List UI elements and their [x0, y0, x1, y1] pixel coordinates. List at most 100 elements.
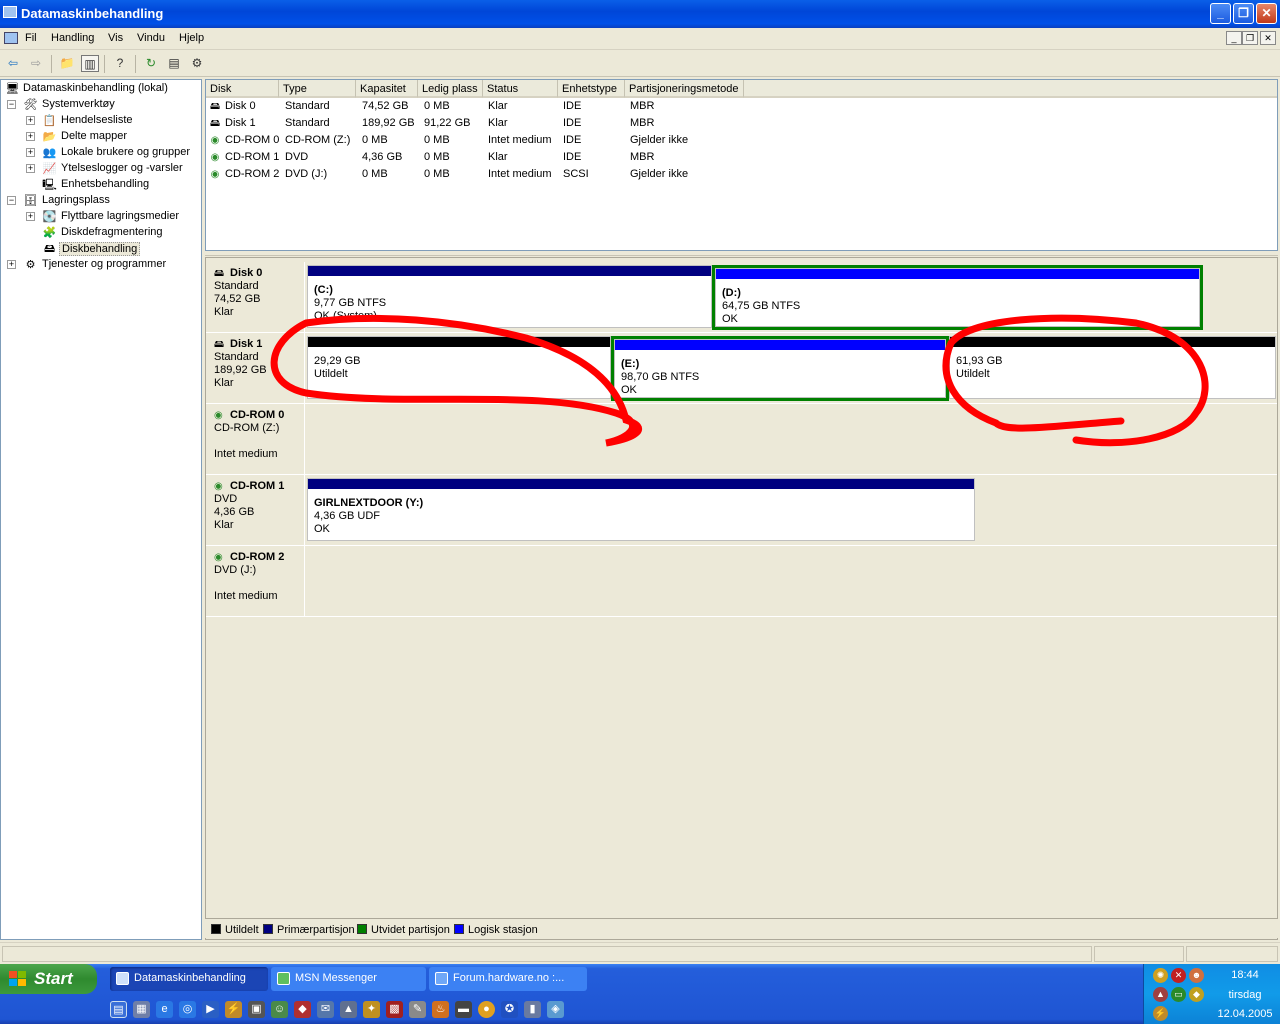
column-header-ledig-plass[interactable]: Ledig plass: [418, 80, 483, 98]
menu-hjelp[interactable]: Hjelp: [179, 32, 204, 44]
tray-icon[interactable]: ✺: [1153, 968, 1168, 983]
tray-icon[interactable]: ◆: [1189, 987, 1204, 1002]
app-icon[interactable]: ✪: [501, 1001, 518, 1018]
table-row[interactable]: ◉ CD-ROM 0 CD-ROM (Z:) 0 MB 0 MB Intet me…: [206, 133, 1277, 150]
show-hide-tree-icon[interactable]: ▥: [81, 55, 99, 72]
help-icon[interactable]: ?: [111, 55, 129, 72]
app-icon[interactable]: ▲: [340, 1001, 357, 1018]
table-row[interactable]: ◉ CD-ROM 1 DVD 4,36 GB 0 MB Klar IDE MBR: [206, 150, 1277, 167]
app-icon[interactable]: ◈: [547, 1001, 564, 1018]
legend-item-logical: Logisk stasjon: [454, 924, 538, 936]
tree-item-lokale-brukere[interactable]: + 👥 Lokale brukere og grupper: [26, 145, 201, 161]
status-bar: [0, 942, 1280, 964]
browser-icon[interactable]: ◎: [179, 1001, 196, 1018]
menu-vis[interactable]: Vis: [108, 32, 123, 44]
tree-item-hendelsesliste[interactable]: + 📋 Hendelsesliste: [26, 113, 201, 129]
refresh-icon[interactable]: ↻: [142, 55, 160, 72]
tray-icon[interactable]: ✕: [1171, 968, 1186, 983]
app-icon[interactable]: ▣: [248, 1001, 265, 1018]
back-arrow-icon[interactable]: ⇦: [4, 55, 22, 72]
quick-launch-icon[interactable]: ▦: [133, 1001, 150, 1018]
performance-log-icon: 📈: [42, 163, 57, 175]
app-icon[interactable]: ▮: [524, 1001, 541, 1018]
mail-icon[interactable]: ✉: [317, 1001, 334, 1018]
task-forum-hardware[interactable]: Forum.hardware.no :...: [429, 967, 587, 991]
tree-item-diskdefragmentering[interactable]: 🧩 Diskdefragmentering: [26, 225, 201, 241]
expand-icon[interactable]: +: [26, 132, 35, 141]
show-desktop-icon[interactable]: ▤: [110, 1001, 127, 1018]
column-header-type[interactable]: Type: [279, 80, 356, 98]
close-button[interactable]: ✕: [1256, 3, 1277, 24]
app-icon[interactable]: ▬: [455, 1001, 472, 1018]
app-icon[interactable]: ♨: [432, 1001, 449, 1018]
expand-icon[interactable]: +: [7, 260, 16, 269]
collapse-icon[interactable]: −: [7, 196, 16, 205]
network-icon[interactable]: ▭: [1171, 987, 1186, 1002]
settings-icon[interactable]: ⚙: [188, 55, 206, 72]
column-header-enhetstype[interactable]: Enhetstype: [558, 80, 625, 98]
tree-item-diskbehandling[interactable]: 🖴 Diskbehandling: [26, 241, 201, 257]
tree-item-enhetsbehandling[interactable]: 🖳 Enhetsbehandling: [26, 177, 201, 193]
minimize-button[interactable]: _: [1210, 3, 1231, 24]
menu-fil[interactable]: Fil: [25, 32, 37, 44]
media-player-icon[interactable]: ▶: [202, 1001, 219, 1018]
expand-icon[interactable]: +: [26, 116, 35, 125]
app-icon[interactable]: ✦: [363, 1001, 380, 1018]
expand-icon[interactable]: +: [26, 212, 35, 221]
tree-item-delte-mapper[interactable]: + 📂 Delte mapper: [26, 129, 201, 145]
expand-icon[interactable]: +: [26, 148, 35, 157]
tool-icon[interactable]: ⚡: [225, 1001, 242, 1018]
tree-item-tjenester[interactable]: + ⚙ Tjenester og programmer: [7, 257, 201, 273]
menu-handling[interactable]: Handling: [51, 32, 94, 44]
shared-folder-icon: 📂: [42, 131, 57, 143]
tray-icon[interactable]: ⚡: [1153, 1006, 1168, 1021]
tree-item-root[interactable]: 🖥 Datamaskinbehandling (lokal): [5, 81, 201, 97]
clock-date: 12.04.2005: [1217, 1008, 1273, 1020]
column-header-disk[interactable]: Disk: [206, 80, 279, 98]
app-icon[interactable]: ◆: [294, 1001, 311, 1018]
annotation-circle-left: [270, 314, 643, 447]
app-icon[interactable]: ✎: [409, 1001, 426, 1018]
mdi-minimize-button[interactable]: _: [1226, 31, 1242, 45]
column-header-partisjoneringsmetode[interactable]: Partisjoneringsmetode: [625, 80, 744, 98]
title-bar: Datamaskinbehandling _ ❐ ✕: [0, 0, 1280, 28]
tray-icon[interactable]: ▲: [1153, 987, 1168, 1002]
task-datamaskinbehandling[interactable]: Datamaskinbehandling: [110, 967, 268, 991]
task-msn-messenger[interactable]: MSN Messenger: [271, 967, 426, 991]
mdi-restore-button[interactable]: ❐: [1242, 31, 1258, 45]
tree-item-systemverktoy[interactable]: − 🛠 Systemverktøy: [7, 97, 201, 113]
column-header-kapasitet[interactable]: Kapasitet: [356, 80, 418, 98]
clock-time[interactable]: 18:44: [1212, 969, 1278, 981]
table-row[interactable]: 🖴 Disk 0 Standard 74,52 GB 0 MB Klar IDE …: [206, 99, 1277, 116]
table-row[interactable]: 🖴 Disk 1 Standard 189,92 GB 91,22 GB Klar…: [206, 116, 1277, 133]
collapse-icon[interactable]: −: [7, 100, 16, 109]
app-icon[interactable]: ●: [478, 1001, 495, 1018]
internet-explorer-icon[interactable]: e: [156, 1001, 173, 1018]
forward-arrow-icon[interactable]: ⇨: [27, 55, 45, 72]
menu-bar: Fil Handling Vis Vindu Hjelp _ ❐ ✕: [0, 28, 1280, 50]
messenger-icon[interactable]: ☺: [271, 1001, 288, 1018]
tree-item-ytelseslogger[interactable]: + 📈 Ytelseslogger og -varsler: [26, 161, 201, 177]
toolbar-separator: [104, 55, 105, 73]
up-folder-icon[interactable]: 📁: [58, 55, 76, 72]
red-annotation-circles: [270, 314, 1209, 447]
pane-splitter[interactable]: [205, 251, 1278, 256]
computer-icon: 🖥: [5, 83, 20, 95]
menu-vindu[interactable]: Vindu: [137, 32, 165, 44]
cd-drive-icon: ◉: [210, 169, 220, 180]
tree-item-lagringsplass[interactable]: − 🗄 Lagringsplass: [7, 193, 201, 209]
tree-item-flyttbare-lagringsmedier[interactable]: + 💽 Flyttbare lagringsmedier: [26, 209, 201, 225]
mdi-close-button[interactable]: ✕: [1260, 31, 1276, 45]
column-header-status[interactable]: Status: [483, 80, 558, 98]
tools-icon: 🛠: [23, 99, 38, 111]
toolbar-separator: [51, 55, 52, 73]
app-icon[interactable]: ▩: [386, 1001, 403, 1018]
maximize-button[interactable]: ❐: [1233, 3, 1254, 24]
expand-icon[interactable]: +: [26, 164, 35, 173]
system-menu-icon[interactable]: [4, 32, 18, 44]
tray-icon[interactable]: ☻: [1189, 968, 1204, 983]
start-button[interactable]: Start: [0, 964, 97, 994]
table-row[interactable]: ◉ CD-ROM 2 DVD (J:) 0 MB 0 MB Intet mediu…: [206, 167, 1277, 184]
status-pane: [1186, 946, 1278, 962]
properties-icon[interactable]: ▤: [165, 55, 183, 72]
